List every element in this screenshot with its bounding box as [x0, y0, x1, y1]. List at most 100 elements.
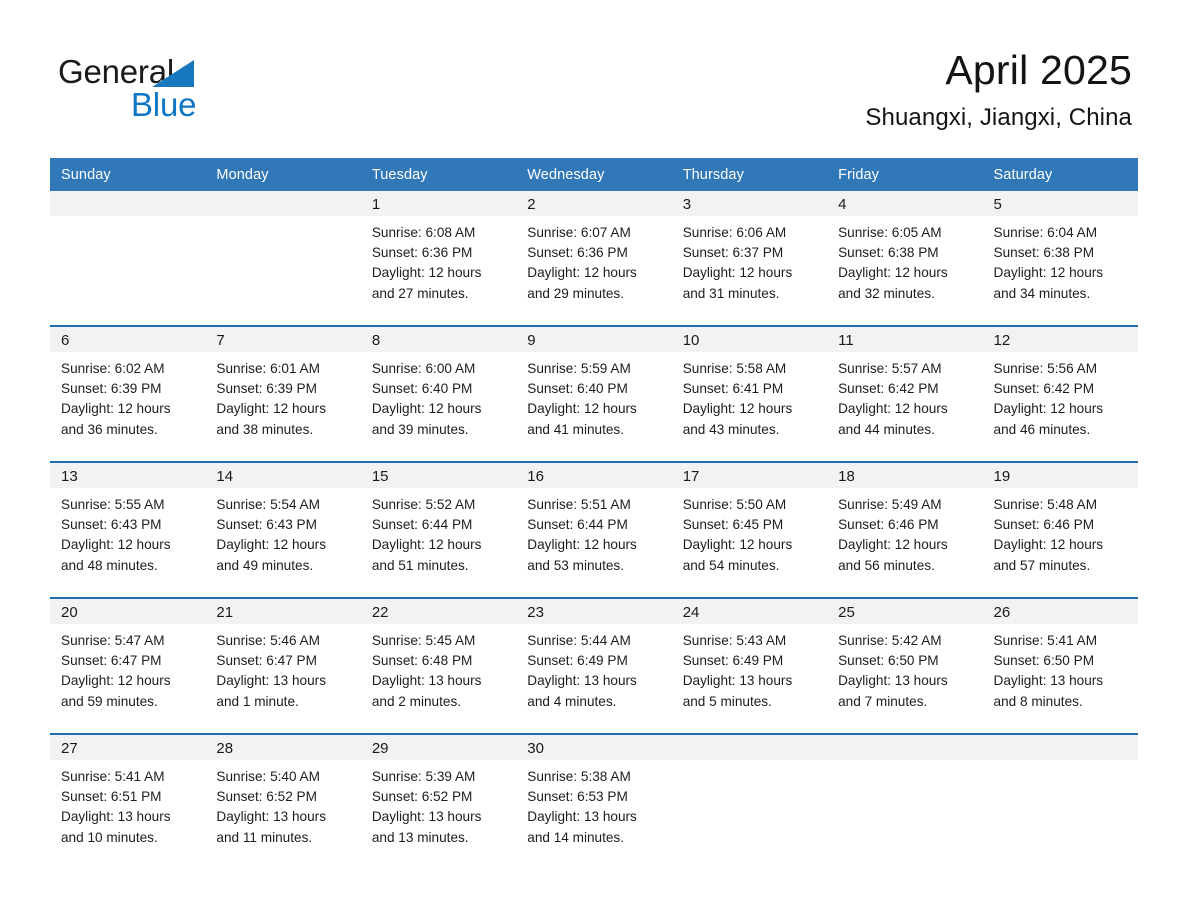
calendar-day-cell[interactable]: 5 Sunrise: 6:04 AM Sunset: 6:38 PM Daylight… — [982, 191, 1138, 326]
calendar-day-cell[interactable]: 9 Sunrise: 5:59 AM Sunset: 6:40 PM Daylight… — [516, 325, 672, 462]
sunrise-time: Sunrise: 5:38 AM — [527, 769, 631, 784]
calendar-day-cell[interactable]: 20 Sunrise: 5:47 AM Sunset: 6:47 PM Dayligh… — [50, 597, 206, 734]
calendar-day-cell[interactable]: 28 Sunrise: 5:40 AM Sunset: 6:52 PM Dayligh… — [205, 733, 361, 869]
calendar-day-cell[interactable]: 16 Sunrise: 5:51 AM Sunset: 6:44 PM Dayligh… — [516, 461, 672, 598]
calendar-day-cell[interactable]: 18 Sunrise: 5:49 AM Sunset: 6:46 PM Dayligh… — [827, 461, 983, 598]
day-number: 19 — [982, 463, 1138, 488]
day-cell-content: 24 Sunrise: 5:43 AM Sunset: 6:49 PM Dayligh… — [671, 599, 828, 733]
daylight-duration-line2: and 7 minutes. — [838, 693, 928, 709]
calendar-day-cell[interactable]: 24 Sunrise: 5:43 AM Sunset: 6:49 PM Dayligh… — [671, 597, 828, 734]
sunset-time: Sunset: 6:41 PM — [682, 381, 784, 397]
sunset-time: Sunset: 6:51 PM — [61, 789, 162, 805]
calendar-day-cell[interactable]: 29 Sunrise: 5:39 AM Sunset: 6:52 PM Dayligh… — [360, 733, 517, 869]
calendar-day-cell[interactable]: 25 Sunrise: 5:42 AM Sunset: 6:50 PM Dayligh… — [827, 597, 983, 734]
day-details: Sunrise: 6:00 AM Sunset: 6:40 PM Daylight:… — [361, 352, 516, 440]
daylight-duration-line2: and 31 minutes. — [682, 285, 780, 301]
day-cell-content: 11 Sunrise: 5:57 AM Sunset: 6:42 PM Dayligh… — [827, 327, 983, 461]
day-details: Sunrise: 6:02 AM Sunset: 6:39 PM Daylight:… — [50, 352, 205, 440]
day-number — [827, 735, 983, 760]
sunset-time: Sunset: 6:42 PM — [838, 381, 939, 397]
calendar-day-cell[interactable]: 17 Sunrise: 5:50 AM Sunset: 6:45 PM Dayligh… — [671, 461, 828, 598]
calendar-week-row: 6 Sunrise: 6:02 AM Sunset: 6:39 PM Daylight… — [50, 325, 1138, 462]
day-cell-content: 17 Sunrise: 5:50 AM Sunset: 6:45 PM Dayligh… — [671, 463, 828, 597]
sunrise-time: Sunrise: 5:45 AM — [371, 633, 476, 648]
calendar-day-cell[interactable]: 21 Sunrise: 5:46 AM Sunset: 6:47 PM Dayligh… — [205, 597, 361, 734]
day-number: 4 — [827, 191, 983, 216]
day-cell-content: 12 Sunrise: 5:56 AM Sunset: 6:42 PM Dayligh… — [982, 327, 1138, 461]
daylight-duration-line2: and 39 minutes. — [371, 421, 469, 437]
day-number: 20 — [50, 599, 206, 624]
day-details: Sunrise: 5:48 AM Sunset: 6:46 PM Daylight:… — [983, 488, 1138, 576]
day-details: Sunrise: 5:57 AM Sunset: 6:42 PM Daylight:… — [827, 352, 982, 440]
calendar-day-cell[interactable]: 8 Sunrise: 6:00 AM Sunset: 6:40 PM Daylight… — [360, 325, 517, 462]
calendar-day-cell[interactable]: 4 Sunrise: 6:05 AM Sunset: 6:38 PM Daylight… — [827, 191, 983, 326]
daylight-duration-line1: Daylight: 13 hours — [993, 673, 1104, 689]
day-details: Sunrise: 5:42 AM Sunset: 6:50 PM Daylight:… — [827, 624, 982, 712]
daylight-duration-line1: Daylight: 13 hours — [527, 809, 637, 825]
calendar-week-row: 13 Sunrise: 5:55 AM Sunset: 6:43 PM Dayligh… — [50, 461, 1138, 598]
day-number: 21 — [205, 599, 361, 624]
calendar-day-cell[interactable]: 30 Sunrise: 5:38 AM Sunset: 6:53 PM Dayligh… — [516, 733, 672, 869]
daylight-duration-line2: and 48 minutes. — [61, 557, 158, 573]
sunrise-sunset-calendar: Sunday Monday Tuesday Wednesday Thursday… — [50, 158, 1138, 869]
calendar-day-cell[interactable]: 22 Sunrise: 5:45 AM Sunset: 6:48 PM Dayligh… — [360, 597, 517, 734]
sunset-time: Sunset: 6:46 PM — [838, 517, 939, 533]
daylight-duration-line2: and 41 minutes. — [527, 421, 624, 437]
sunrise-time: Sunrise: 5:58 AM — [682, 361, 787, 376]
daylight-duration-line2: and 44 minutes. — [838, 421, 935, 437]
day-number: 11 — [827, 327, 983, 352]
daylight-duration-line2: and 8 minutes. — [993, 693, 1083, 709]
calendar-body: 1 Sunrise: 6:08 AM Sunset: 6:36 PM Daylight… — [50, 191, 1138, 869]
sunrise-time: Sunrise: 5:50 AM — [682, 497, 787, 512]
day-number: 23 — [516, 599, 672, 624]
daylight-duration-line2: and 2 minutes. — [371, 693, 462, 709]
daylight-duration-line1: Daylight: 12 hours — [216, 401, 326, 417]
sunrise-time: Sunrise: 5:39 AM — [371, 769, 476, 784]
daylight-duration-line2: and 10 minutes. — [61, 829, 158, 845]
daylight-duration-line1: Daylight: 12 hours — [993, 265, 1104, 281]
day-cell-content: 28 Sunrise: 5:40 AM Sunset: 6:52 PM Dayligh… — [205, 735, 361, 869]
day-details: Sunrise: 5:46 AM Sunset: 6:47 PM Daylight:… — [205, 624, 360, 712]
calendar-day-cell[interactable]: 26 Sunrise: 5:41 AM Sunset: 6:50 PM Dayligh… — [982, 597, 1138, 734]
calendar-day-cell[interactable]: 19 Sunrise: 5:48 AM Sunset: 6:46 PM Dayligh… — [982, 461, 1138, 598]
sunrise-time: Sunrise: 5:47 AM — [61, 633, 165, 648]
day-details: Sunrise: 5:45 AM Sunset: 6:48 PM Daylight:… — [361, 624, 516, 712]
calendar-day-cell[interactable]: 15 Sunrise: 5:52 AM Sunset: 6:44 PM Dayligh… — [360, 461, 517, 598]
day-number — [50, 191, 206, 216]
day-details: Sunrise: 6:07 AM Sunset: 6:36 PM Daylight:… — [516, 216, 671, 304]
calendar-day-cell[interactable]: 23 Sunrise: 5:44 AM Sunset: 6:49 PM Dayligh… — [516, 597, 672, 734]
day-cell-content: 7 Sunrise: 6:01 AM Sunset: 6:39 PM Daylight… — [205, 327, 361, 461]
day-cell-content: 22 Sunrise: 5:45 AM Sunset: 6:48 PM Dayligh… — [360, 599, 517, 733]
sunset-time: Sunset: 6:52 PM — [371, 789, 473, 805]
sunrise-time: Sunrise: 6:07 AM — [527, 225, 631, 240]
daylight-duration-line2: and 54 minutes. — [682, 557, 780, 573]
location-subtitle: Shuangxi, Jiangxi, China — [865, 104, 1132, 131]
calendar-day-cell[interactable]: 6 Sunrise: 6:02 AM Sunset: 6:39 PM Daylight… — [50, 325, 206, 462]
weekday-header-monday: Monday — [205, 158, 361, 191]
day-cell-content: 23 Sunrise: 5:44 AM Sunset: 6:49 PM Dayligh… — [516, 599, 672, 733]
sunset-time: Sunset: 6:48 PM — [371, 653, 473, 669]
calendar-day-cell[interactable]: 12 Sunrise: 5:56 AM Sunset: 6:42 PM Dayligh… — [982, 325, 1138, 462]
calendar-day-cell[interactable]: 3 Sunrise: 6:06 AM Sunset: 6:37 PM Daylight… — [671, 191, 828, 326]
calendar-day-cell[interactable]: 27 Sunrise: 5:41 AM Sunset: 6:51 PM Dayligh… — [50, 733, 206, 869]
calendar-day-cell[interactable]: 14 Sunrise: 5:54 AM Sunset: 6:43 PM Dayligh… — [205, 461, 361, 598]
calendar-day-cell[interactable]: 10 Sunrise: 5:58 AM Sunset: 6:41 PM Dayligh… — [671, 325, 828, 462]
calendar-day-cell[interactable]: 13 Sunrise: 5:55 AM Sunset: 6:43 PM Dayligh… — [50, 461, 206, 598]
sunrise-time: Sunrise: 5:56 AM — [993, 361, 1098, 376]
day-details: Sunrise: 5:50 AM Sunset: 6:45 PM Daylight:… — [672, 488, 827, 576]
day-details: Sunrise: 5:58 AM Sunset: 6:41 PM Daylight:… — [672, 352, 827, 440]
sunset-time: Sunset: 6:44 PM — [527, 517, 628, 533]
daylight-duration-line1: Daylight: 13 hours — [838, 673, 948, 689]
calendar-day-cell — [982, 733, 1138, 869]
calendar-day-cell[interactable]: 7 Sunrise: 6:01 AM Sunset: 6:39 PM Daylight… — [205, 325, 361, 462]
calendar-day-cell[interactable]: 2 Sunrise: 6:07 AM Sunset: 6:36 PM Daylight… — [516, 191, 672, 326]
day-number: 3 — [671, 191, 828, 216]
daylight-duration-line1: Daylight: 13 hours — [216, 673, 326, 689]
calendar-day-cell[interactable]: 1 Sunrise: 6:08 AM Sunset: 6:36 PM Daylight… — [360, 191, 517, 326]
daylight-duration-line2: and 13 minutes. — [371, 829, 469, 845]
calendar-day-cell[interactable]: 11 Sunrise: 5:57 AM Sunset: 6:42 PM Dayligh… — [827, 325, 983, 462]
calendar-page: General Blue April 2025 Shuangxi, Jiangx… — [0, 0, 1188, 918]
daylight-duration-line1: Daylight: 13 hours — [61, 809, 171, 825]
daylight-duration-line2: and 27 minutes. — [371, 285, 469, 301]
general-blue-logo[interactable]: General Blue — [58, 53, 258, 125]
